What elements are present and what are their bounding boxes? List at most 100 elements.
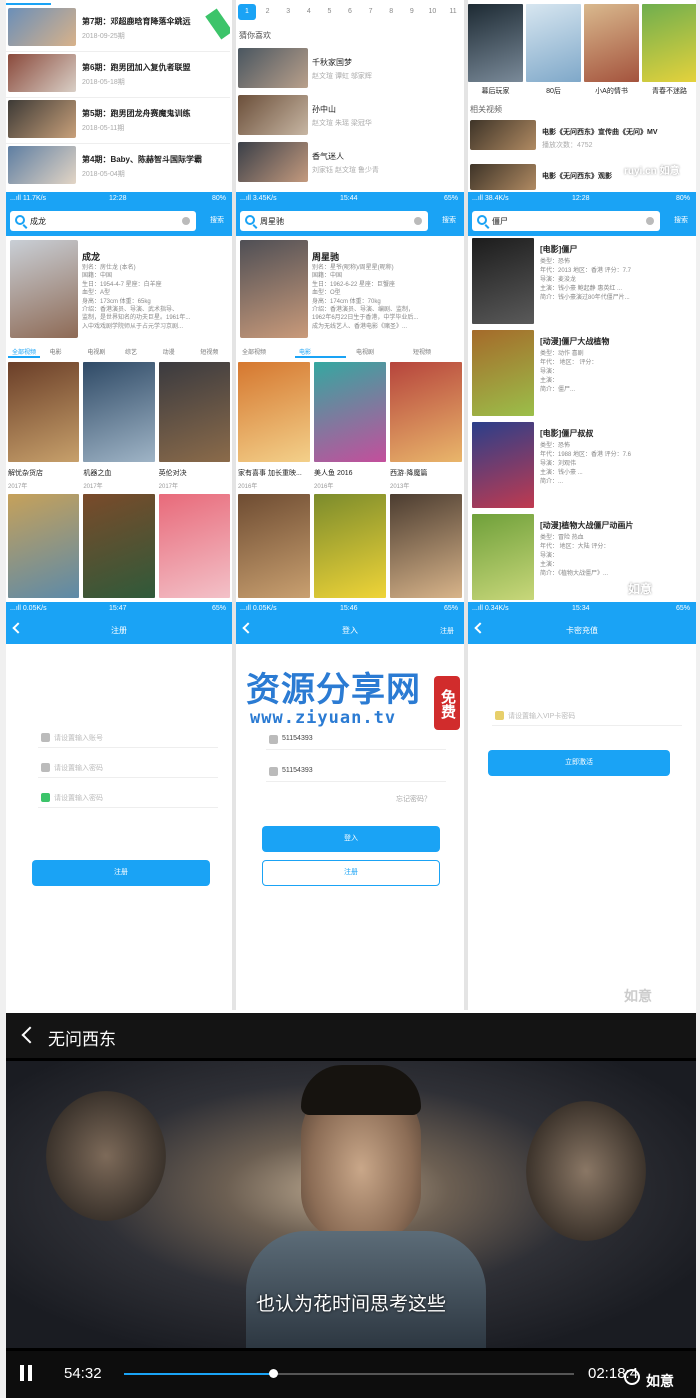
- clear-icon[interactable]: [182, 217, 190, 225]
- seek-handle[interactable]: [268, 1369, 278, 1378]
- movie-card[interactable]: 家有喜事 加长重映... 2016年: [238, 362, 310, 492]
- person-meta: 介绍：香港演员、导演、编剧、监制，: [312, 307, 415, 313]
- list-item[interactable]: 第4期：Baby、陈赫智斗国际学霸 2018-05-04期: [6, 146, 230, 186]
- category-tab[interactable]: 短视频: [413, 347, 431, 356]
- movie-card[interactable]: [158, 494, 230, 602]
- pause-icon[interactable]: [20, 1365, 24, 1381]
- category-tab[interactable]: 电视剧: [356, 347, 374, 356]
- clear-icon[interactable]: [646, 217, 654, 225]
- page-button[interactable]: 5: [320, 4, 338, 20]
- result-meta: 类型：恐怖: [540, 259, 571, 265]
- search-query: 周星驰: [260, 217, 284, 226]
- category-tab[interactable]: 全部视频: [242, 347, 266, 356]
- movie-card[interactable]: [314, 494, 386, 602]
- page-button[interactable]: 7: [362, 4, 380, 20]
- category-tab[interactable]: 电影: [299, 347, 311, 356]
- video-thumbnail: [238, 48, 308, 88]
- register-link[interactable]: 注册: [440, 626, 454, 636]
- list-item[interactable]: 电影《无问西东》宣传曲《无问》MV 播放次数：4752: [468, 118, 700, 158]
- poster-card[interactable]: 青春不迷路: [642, 4, 697, 98]
- page-button[interactable]: 10: [423, 4, 441, 20]
- pause-icon-bar: [28, 1365, 32, 1381]
- play-count: 播放次数：4752: [542, 142, 593, 149]
- movie-card[interactable]: 英伦对决 2017年: [158, 362, 230, 492]
- back-arrow-icon[interactable]: [21, 1026, 39, 1044]
- list-item[interactable]: 孙中山 赵文瑄 朱瑶 梁冠华: [236, 95, 464, 137]
- search-button[interactable]: 搜索: [210, 215, 224, 225]
- forgot-password-link[interactable]: 忘记密码？: [396, 794, 431, 804]
- result-meta: 主演：钱小豪 ...: [540, 470, 583, 476]
- list-item[interactable]: 第5期：跑男团龙舟赛魔鬼训练 2018-05-11期: [6, 100, 230, 140]
- video-title: 无问西东: [48, 1030, 116, 1049]
- poster-card[interactable]: 80后: [526, 4, 581, 98]
- person-meta: 入中戏戏剧学院师从于占元学习京剧...: [82, 323, 184, 330]
- movie-card[interactable]: 美人鱼 2016 2016年: [314, 362, 386, 492]
- divider: [232, 0, 236, 1010]
- seek-track[interactable]: [124, 1369, 574, 1378]
- search-input[interactable]: 僵尸: [472, 211, 660, 231]
- result-item[interactable]: [动漫]植物大战僵尸动画片 类型：冒险 热血 年代： 地区：大陆 评分： 导演： 主演：…: [468, 514, 696, 602]
- category-tab[interactable]: 综艺: [125, 347, 137, 356]
- list-item[interactable]: 第7期：邓超鹿晗育降落伞跳远 2018-09-25期: [6, 8, 230, 48]
- page-button[interactable]: 8: [382, 4, 400, 20]
- page-button[interactable]: 9: [403, 4, 421, 20]
- movie-card[interactable]: [238, 494, 310, 602]
- form-panel: ...ıll 0.34K/s 15:34 65% 卡密充值 请设置输入VIP卡密码 立即激…: [468, 602, 696, 1010]
- tab-indicator: [6, 3, 51, 5]
- category-tab[interactable]: 电视剧: [87, 347, 105, 356]
- category-tab[interactable]: 全部视频: [12, 347, 36, 356]
- list-item[interactable]: 第6期：跑男团加入复仇者联盟 2018-05-18期: [6, 54, 230, 94]
- result-item[interactable]: [动漫]僵尸大战植物 类型：动作 喜剧 年代： 地区： 评分： 导演： 主演： 简介：僵尸…: [468, 330, 696, 418]
- movie-year: 2017年: [158, 484, 179, 490]
- result-item[interactable]: [电影]僵尸 类型：恐怖 年代：2013 地区：香港 评分：7.7 导演：麦浚龙 主演：…: [468, 238, 696, 326]
- category-tab[interactable]: 动漫: [163, 347, 175, 356]
- movie-title: 英伦对决: [158, 470, 187, 477]
- secondary-button[interactable]: 注册: [262, 860, 440, 886]
- movie-poster: [158, 362, 230, 462]
- person-meta: 生日：1954-4-7 星座：白羊座: [82, 281, 162, 288]
- input-field[interactable]: 请设置输入密码: [38, 788, 218, 808]
- person-meta: 监制，是世界知名的功夫巨星。1961年...: [82, 315, 191, 322]
- category-tab[interactable]: 电影: [50, 347, 62, 356]
- row-divider: [6, 143, 230, 144]
- list-item[interactable]: 千秋家国梦 赵文瑄 谭虹 邬家辉: [236, 48, 464, 90]
- input-field[interactable]: 51154393: [266, 762, 446, 782]
- input-field[interactable]: 请设置输入密码: [38, 758, 218, 778]
- page-button[interactable]: 11: [444, 4, 462, 20]
- page-button[interactable]: 6: [341, 4, 359, 20]
- search-panel: ...ıll 3.45K/s 15:44 65% 周星驰 搜索 周星驰 别名：星爷(昵称)/…: [236, 192, 464, 602]
- clear-icon[interactable]: [414, 217, 422, 225]
- movie-card[interactable]: [83, 494, 155, 602]
- page-title: 注册: [111, 626, 127, 635]
- status-bar: ...ıll 0.34K/s 15:34 65%: [468, 602, 696, 616]
- input-field[interactable]: 请设置输入账号: [38, 728, 218, 748]
- poster-image: [584, 4, 639, 82]
- poster-card[interactable]: 小A的情书: [584, 4, 639, 98]
- page-button[interactable]: 3: [279, 4, 297, 20]
- category-tab[interactable]: 短视频: [200, 347, 218, 356]
- primary-button[interactable]: 登入: [262, 826, 440, 852]
- movie-poster: [314, 362, 386, 462]
- primary-button[interactable]: 注册: [32, 860, 210, 886]
- site-watermark: 资源分享网 www.ziyuan.tv 免费: [246, 662, 466, 742]
- list-item[interactable]: 香气迷人 刘家钰 赵文瑄 鲁少青: [236, 142, 464, 184]
- search-input[interactable]: 周星驰: [240, 211, 428, 231]
- movie-card[interactable]: 西游·降魔篇 2013年: [390, 362, 462, 492]
- page-button[interactable]: 4: [300, 4, 318, 20]
- section-title: 猜你喜欢: [239, 31, 271, 40]
- search-button[interactable]: 搜索: [442, 215, 456, 225]
- video-frame[interactable]: 也认为花时间思考这些: [6, 1061, 696, 1348]
- result-item[interactable]: [电影]僵尸叔叔 类型：恐怖 年代：1988 地区：香港 评分：7.6 导演：刘观伟主…: [468, 422, 696, 510]
- input-field[interactable]: 请设置输入VIP卡密码: [492, 706, 682, 726]
- movie-card[interactable]: 解忧杂货店 2017年: [8, 362, 80, 492]
- page-button[interactable]: 1: [238, 4, 256, 20]
- primary-button[interactable]: 立即激活: [488, 750, 670, 776]
- battery-level: 65%: [675, 605, 690, 612]
- search-button[interactable]: 搜索: [674, 215, 688, 225]
- poster-card[interactable]: 幕后玩家: [468, 4, 523, 98]
- movie-card[interactable]: [8, 494, 80, 602]
- page-button[interactable]: 2: [259, 4, 277, 20]
- movie-card[interactable]: [390, 494, 462, 602]
- search-input[interactable]: 成龙: [10, 211, 196, 231]
- movie-card[interactable]: 机器之血 2017年: [83, 362, 155, 492]
